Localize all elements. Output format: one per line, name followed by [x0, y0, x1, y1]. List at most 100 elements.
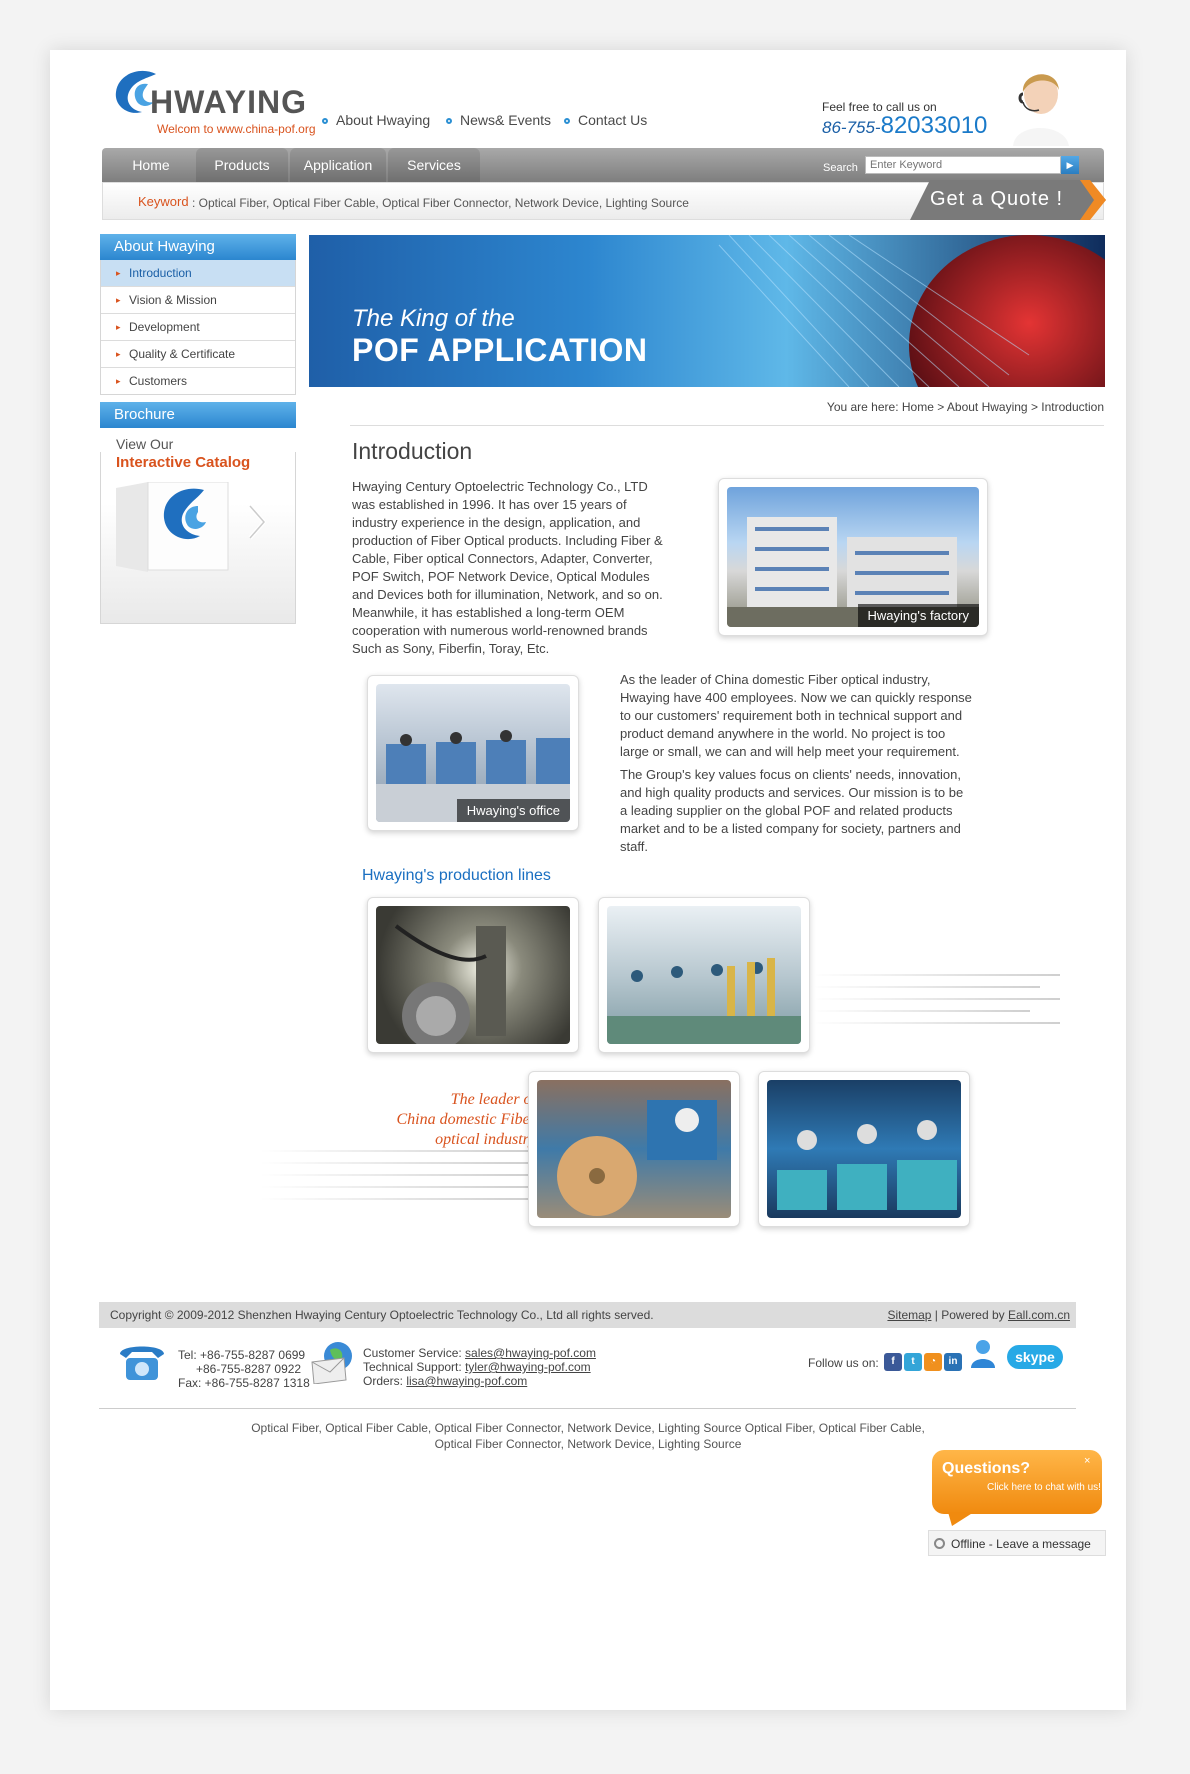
chat-title[interactable]: Questions?	[942, 1460, 1030, 1478]
divider	[350, 425, 1104, 426]
footer-divider	[99, 1408, 1076, 1409]
decor-line	[260, 1162, 530, 1164]
follow-label: Follow us on:	[808, 1356, 879, 1370]
sidebar-item-development[interactable]: ▸ Development	[101, 314, 295, 341]
nav-tab-home[interactable]: Home	[108, 148, 194, 182]
factory-caption: Hwaying's factory	[857, 604, 979, 627]
sidebar-item-customers[interactable]: ▸ Customers	[101, 368, 295, 394]
svg-text:skype: skype	[1015, 1349, 1055, 1365]
skype-icon[interactable]: skype	[1006, 1344, 1064, 1370]
tel-line-2: +86-755-8287 0922	[196, 1362, 302, 1376]
technical-support-line: Technical Support: tyler@hwaying-pof.com	[363, 1360, 591, 1374]
arrow-right-icon: ▸	[116, 268, 121, 278]
office-caption: Hwaying's office	[456, 799, 570, 822]
machine-image	[394, 924, 506, 1044]
close-icon[interactable]: ×	[1084, 1455, 1090, 1467]
bullet-icon	[564, 118, 570, 125]
sidebar-item-vision[interactable]: ▸ Vision & Mission	[101, 287, 295, 314]
banner-line2: POF APPLICATION	[352, 332, 648, 368]
support-email-link[interactable]: tyler@hwaying-pof.com	[465, 1360, 591, 1374]
fax-line: Fax: +86-755-8287 1318	[178, 1376, 310, 1390]
chat-bubble-tail-icon	[948, 1512, 974, 1526]
chat-subtitle[interactable]: Click here to chat with us!	[987, 1482, 1101, 1493]
footer-keywords[interactable]: Optical Fiber, Optical Fiber Cable, Opti…	[50, 1420, 1126, 1452]
twitter-icon[interactable]: t	[904, 1353, 922, 1371]
logo-tagline: Welcom to www.china-pof.org	[157, 122, 316, 136]
search-button[interactable]: ▶	[1061, 156, 1079, 174]
sidebar-item-quality[interactable]: ▸ Quality & Certificate	[101, 341, 295, 368]
bullet-icon	[446, 118, 452, 125]
topnav-contact[interactable]: Contact Us	[564, 112, 647, 128]
rss-icon[interactable]: ◔	[924, 1353, 942, 1371]
messenger-icon[interactable]	[970, 1338, 996, 1370]
topnav-news[interactable]: News& Events	[446, 112, 551, 128]
production-photo-2[interactable]	[598, 897, 810, 1053]
cable-reel-image	[557, 1100, 717, 1216]
facebook-icon[interactable]: f	[884, 1353, 902, 1371]
footer-links: Sitemap | Powered by Eall.com.cn	[887, 1308, 1070, 1322]
production-photo-3[interactable]	[528, 1071, 740, 1227]
decor-line	[260, 1198, 530, 1200]
page-title: Introduction	[352, 438, 473, 464]
brochure-catalog-link[interactable]: Interactive Catalog	[116, 454, 250, 471]
decor-line	[810, 974, 1060, 976]
arrow-right-icon: ▸	[116, 376, 121, 386]
sitemap-link[interactable]: Sitemap	[887, 1308, 931, 1322]
sidebar-item-introduction[interactable]: ▸ Introduction	[101, 260, 295, 287]
extrusion-machine-image	[777, 1120, 957, 1210]
phone-number: 86-755-82033010	[822, 112, 988, 139]
brochure-title: Brochure	[100, 402, 296, 428]
assembly-line-image	[607, 958, 801, 1044]
sidebar-title: About Hwaying	[100, 234, 296, 260]
arrow-right-icon: ▸	[116, 295, 121, 305]
production-photo-4[interactable]	[758, 1071, 970, 1227]
leader-slogan: The leader of China domestic Fiber optic…	[396, 1091, 536, 1148]
page-container: HWAYING Welcom to www.china-pof.org Abou…	[50, 50, 1126, 1710]
catalog-book-image[interactable]	[112, 482, 282, 572]
search-input[interactable]	[865, 156, 1061, 174]
sidebar-menu: ▸ Introduction ▸ Vision & Mission ▸ Develop…	[100, 260, 296, 395]
bullet-icon	[322, 118, 328, 125]
nav-tab-application[interactable]: Application	[290, 148, 386, 182]
quote-button[interactable]: Get a Quote !	[930, 188, 1063, 211]
topnav-about[interactable]: About Hwaying	[322, 112, 430, 128]
chat-status[interactable]: Offline - Leave a message	[928, 1530, 1106, 1556]
telephone-icon	[120, 1346, 164, 1380]
sales-email-link[interactable]: sales@hwaying-pof.com	[465, 1346, 596, 1360]
production-title: Hwaying's production lines	[362, 867, 551, 884]
arrow-right-icon: ▸	[116, 322, 121, 332]
powered-by-link[interactable]: Eall.com.cn	[1008, 1308, 1070, 1322]
mission-paragraph: The Group's key values focus on clients'…	[620, 767, 964, 854]
search-label: Search	[823, 162, 858, 174]
keyword-label: Keyword	[138, 194, 189, 209]
keyword-list[interactable]: : Optical Fiber, Optical Fiber Cable, Op…	[192, 196, 689, 210]
breadcrumb[interactable]: You are here: Home > About Hwaying > Int…	[750, 400, 1104, 414]
arrow-right-icon: ▸	[116, 349, 121, 359]
support-agent-image	[1013, 74, 1069, 146]
orders-email-link[interactable]: lisa@hwaying-pof.com	[406, 1374, 527, 1388]
production-photo-1[interactable]	[367, 897, 579, 1053]
copyright: Copyright © 2009-2012 Shenzhen Hwaying C…	[110, 1308, 654, 1322]
email-globe-icon	[311, 1342, 352, 1384]
tel-line: Tel: +86-755-8287 0699	[178, 1348, 306, 1362]
decor-line	[810, 1010, 1030, 1012]
leader-paragraph: As the leader of China domestic Fiber op…	[620, 672, 972, 759]
brochure-view-label: View Our	[116, 436, 174, 452]
decor-line	[810, 1022, 1060, 1024]
linkedin-icon[interactable]: in	[944, 1353, 962, 1371]
decor-line	[260, 1150, 530, 1152]
factory-photo[interactable]: Hwaying's factory	[718, 478, 988, 636]
nav-tab-products[interactable]: Products	[196, 148, 288, 182]
decor-line	[810, 986, 1040, 988]
customer-service-line: Customer Service: sales@hwaying-pof.com	[363, 1346, 596, 1360]
decor-line	[260, 1174, 530, 1176]
orders-line: Orders: lisa@hwaying-pof.com	[363, 1374, 528, 1388]
logo-text[interactable]: HWAYING	[150, 84, 307, 121]
intro-paragraph: Hwaying Century Optoelectric Technology …	[352, 479, 663, 656]
decor-line	[810, 998, 1060, 1000]
nav-tab-services[interactable]: Services	[388, 148, 480, 182]
decor-line	[260, 1186, 530, 1188]
office-photo[interactable]: Hwaying's office	[367, 675, 579, 831]
status-icon	[934, 1538, 945, 1549]
banner-line1: The King of the	[352, 305, 515, 332]
